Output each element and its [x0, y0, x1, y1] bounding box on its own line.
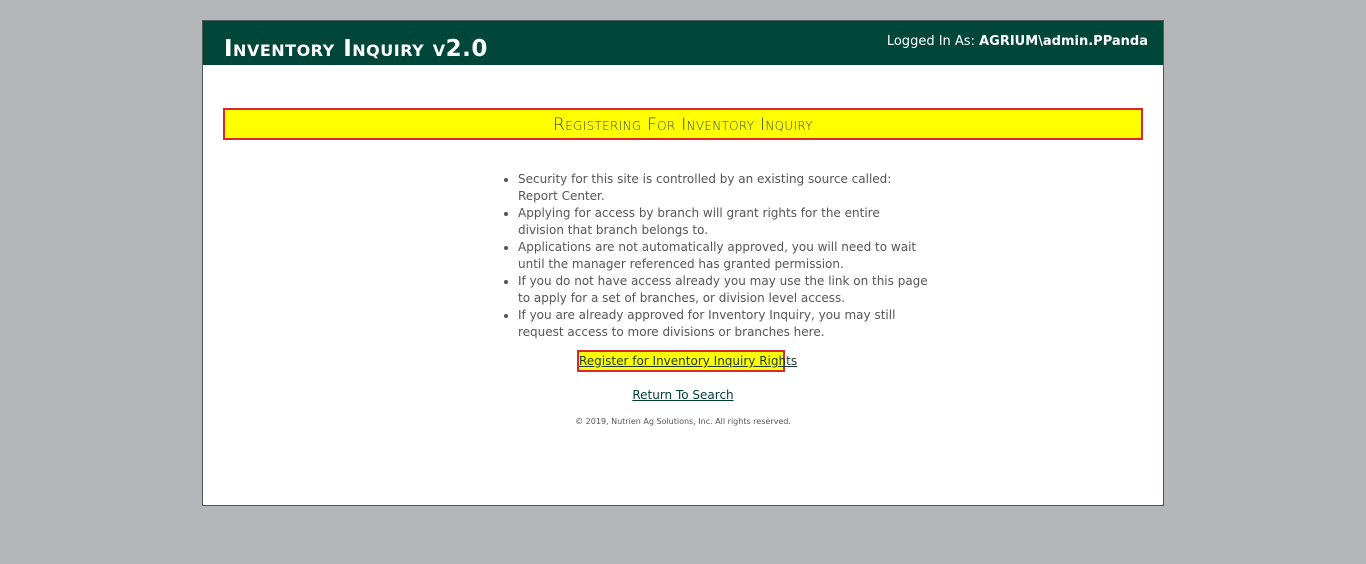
info-item: Applications are not automatically appro… [518, 239, 928, 273]
main-panel: Inventory Inquiry v2.0 Logged In As: AGR… [202, 20, 1164, 506]
app-header: Inventory Inquiry v2.0 Logged In As: AGR… [203, 21, 1163, 65]
app-title: Inventory Inquiry v2.0 [224, 36, 488, 62]
login-info: Logged In As: AGRIUM\admin.PPanda [887, 34, 1148, 50]
page-title-banner: Registering For Inventory Inquiry [223, 108, 1143, 140]
info-item: Applying for access by branch will grant… [518, 205, 928, 239]
info-item: Security for this site is controlled by … [518, 171, 928, 205]
info-item: If you are already approved for Inventor… [518, 307, 928, 341]
info-list: Security for this site is controlled by … [498, 171, 928, 341]
register-link-highlight: Register for Inventory Inquiry Rights [577, 350, 797, 372]
info-item: If you do not have access already you ma… [518, 273, 928, 307]
login-username: AGRIUM\admin.PPanda [979, 34, 1148, 49]
login-label: Logged In As: [886, 34, 975, 49]
return-to-search-link[interactable]: Return To Search [203, 387, 1163, 403]
copyright-footer: © 2019, Nutrien Ag Solutions, Inc. All r… [575, 417, 791, 426]
register-rights-link[interactable]: Register for Inventory Inquiry Rights [579, 354, 797, 368]
